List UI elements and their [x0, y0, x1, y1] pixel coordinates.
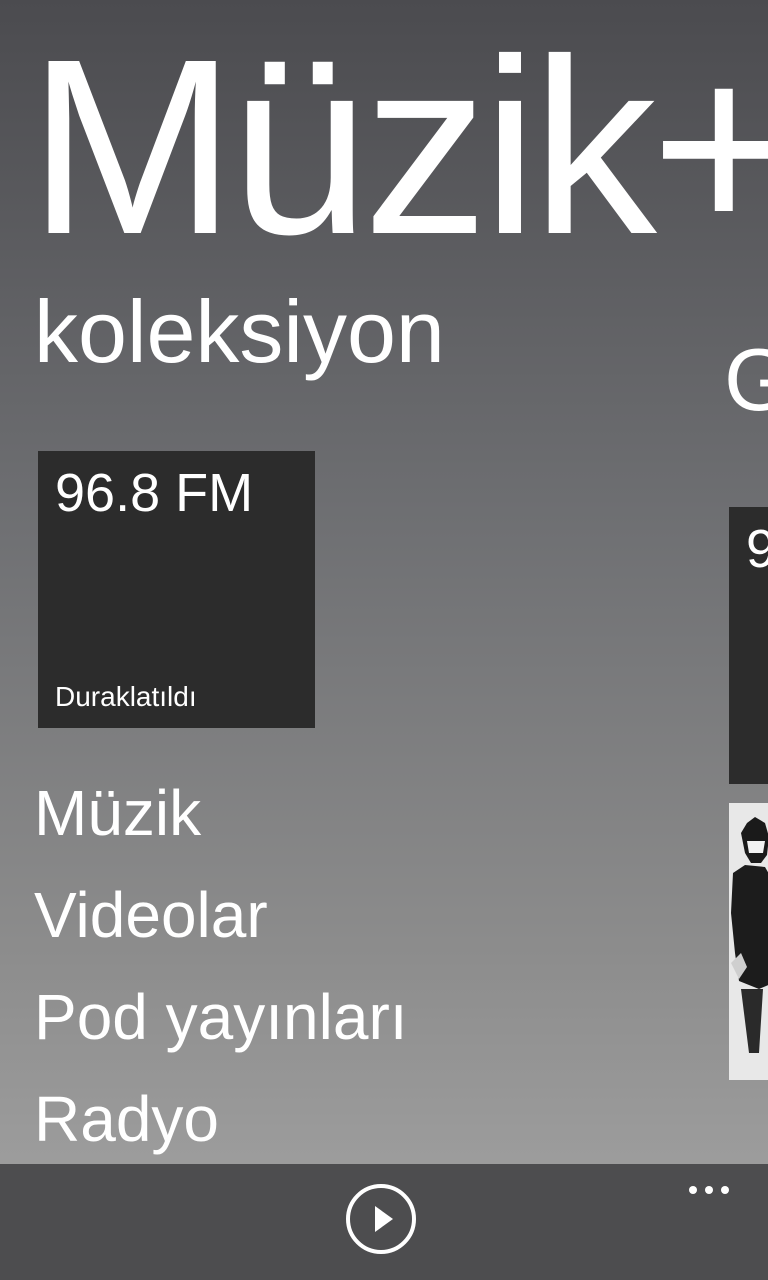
- app-bar: [0, 1164, 768, 1280]
- next-section-tile[interactable]: 9: [729, 507, 768, 784]
- next-tile-text: 9: [746, 519, 768, 579]
- nav-item-music[interactable]: Müzik: [34, 762, 408, 864]
- now-playing-tile[interactable]: 96.8 FM Duraklatıldı: [38, 451, 315, 728]
- app-title: Müzik+: [28, 7, 768, 286]
- ellipsis-icon: [689, 1186, 729, 1194]
- play-icon: [375, 1206, 393, 1232]
- album-art-thumbnail[interactable]: [729, 803, 768, 1080]
- nav-item-videos[interactable]: Videolar: [34, 864, 408, 966]
- tile-station: 96.8 FM: [55, 463, 254, 523]
- artist-photo: [729, 803, 768, 1080]
- section-title: koleksiyon: [34, 282, 445, 381]
- collection-nav-list: Müzik Videolar Pod yayınları Radyo: [34, 762, 408, 1170]
- next-section-title[interactable]: G: [724, 330, 768, 430]
- tile-status: Duraklatıldı: [55, 681, 197, 712]
- play-button[interactable]: [346, 1184, 416, 1254]
- nav-item-radio[interactable]: Radyo: [34, 1068, 408, 1170]
- nav-item-podcasts[interactable]: Pod yayınları: [34, 966, 408, 1068]
- more-button[interactable]: [686, 1182, 736, 1202]
